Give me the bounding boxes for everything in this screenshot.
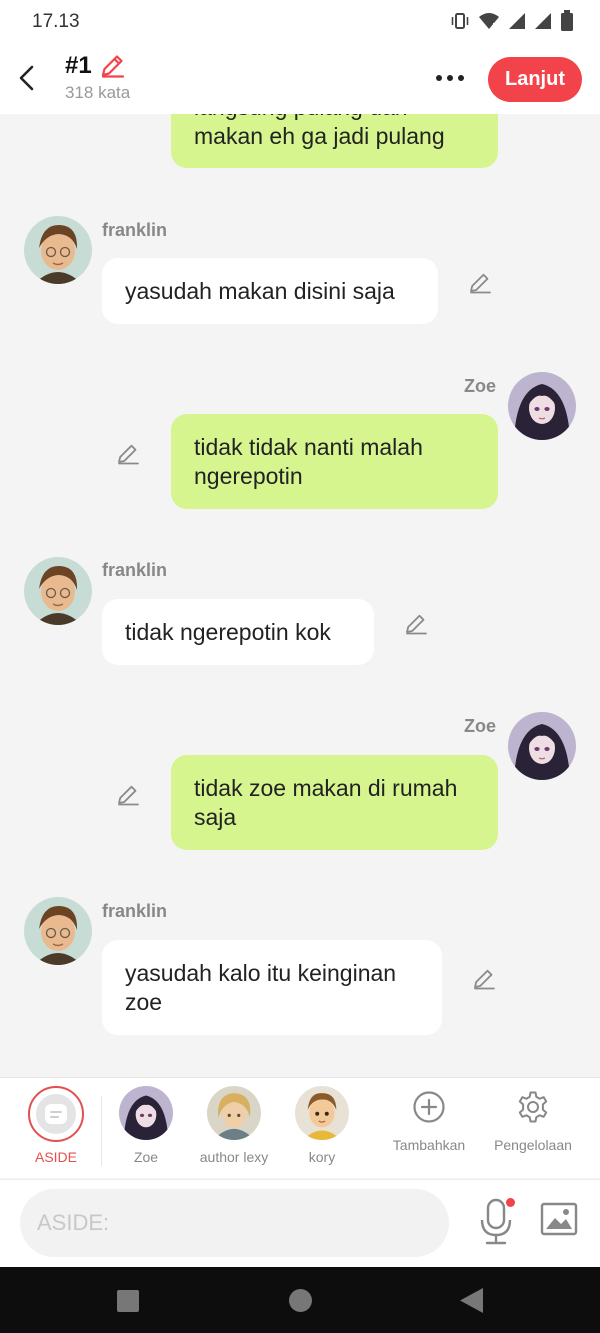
edit-message-icon[interactable] (403, 611, 429, 637)
message-bubble[interactable]: langsung pulang dan makan eh ga jadi pul… (171, 114, 498, 168)
signal-icon (534, 12, 552, 30)
message-text: tidak tidak nanti malah ngerepotin (194, 433, 423, 489)
vibrate-icon (450, 11, 470, 31)
battery-icon (560, 10, 574, 32)
manage-label: Pengelolaan (494, 1137, 572, 1153)
message-bubble[interactable]: tidak tidak nanti malah ngerepotin (171, 414, 498, 509)
sender-name: Zoe (464, 376, 497, 396)
back-nav-button[interactable] (459, 1287, 484, 1319)
sender-name: Zoe (464, 716, 497, 736)
avatar-franklin[interactable] (24, 557, 92, 625)
message-text: yasudah makan disini saja (125, 277, 395, 304)
message-text: tidak zoe makan di rumah saja (194, 774, 458, 830)
character-label: kory (308, 1149, 336, 1165)
wifi-icon (478, 11, 500, 31)
aside-avatar (28, 1086, 84, 1142)
pencil-icon (101, 55, 124, 78)
avatar-franklin[interactable] (24, 897, 92, 965)
voice-input-button[interactable] (475, 1196, 517, 1248)
message-bubble[interactable]: tidak ngerepotin kok (102, 599, 374, 665)
image-upload-button[interactable] (540, 1202, 582, 1240)
chat-header: #1 318 kata Lanjut (0, 44, 600, 114)
chat-title: #1 (65, 52, 92, 79)
circle-icon (289, 1289, 312, 1312)
recents-button[interactable] (116, 1289, 140, 1318)
image-icon (540, 1202, 578, 1236)
sender-name: franklin (102, 220, 168, 240)
message-list[interactable]: langsung pulang dan makan eh ga jadi pul… (0, 114, 600, 1076)
message-bubble[interactable]: yasudah makan disini saja (102, 258, 438, 324)
status-time: 17.13 (32, 11, 80, 32)
signal-icon (508, 12, 526, 30)
character-label: Zoe (133, 1149, 159, 1165)
back-button[interactable] (12, 60, 42, 96)
character-bar: ASIDE Zoe author lexy kory Tambahkan Pen… (0, 1077, 600, 1178)
sender-name: franklin (102, 560, 168, 580)
triangle-back-icon (460, 1288, 483, 1313)
add-character-button[interactable]: Tambahkan (389, 1090, 469, 1153)
message-text: yasudah kalo itu keinginan zoe (125, 959, 397, 1015)
title-block: #1 318 kata (65, 52, 130, 103)
input-bar (0, 1179, 600, 1267)
manage-characters-button[interactable]: Pengelolaan (489, 1090, 577, 1153)
sender-name: franklin (102, 901, 168, 921)
avatar-kory (295, 1086, 349, 1140)
add-circle-icon (413, 1091, 445, 1123)
more-dot-icon (458, 75, 464, 81)
word-count: 318 kata (65, 83, 131, 102)
avatar-franklin[interactable] (24, 216, 92, 284)
message-text: tidak ngerepotin kok (125, 618, 331, 645)
edit-message-icon[interactable] (471, 966, 497, 992)
message-input[interactable] (20, 1189, 449, 1257)
avatar-zoe[interactable] (508, 372, 576, 440)
avatar-zoe[interactable] (508, 712, 576, 780)
notification-dot (506, 1198, 515, 1207)
message-text: langsung pulang dan makan eh ga jadi pul… (194, 114, 445, 149)
edit-title-button[interactable] (98, 52, 126, 80)
edit-message-icon[interactable] (115, 441, 141, 467)
aside-note-icon (45, 1104, 67, 1124)
character-label: ASIDE (34, 1149, 77, 1165)
square-icon (117, 1290, 139, 1312)
character-author-lexy[interactable]: author lexy (189, 1086, 279, 1165)
message-bubble[interactable]: yasudah kalo itu keinginan zoe (102, 940, 442, 1035)
more-dot-icon (436, 75, 442, 81)
back-arrow-icon (19, 65, 34, 91)
character-label: author lexy (199, 1149, 269, 1165)
character-zoe[interactable]: Zoe (101, 1086, 191, 1165)
status-bar: 17.13 (0, 0, 600, 44)
more-options-button[interactable] (430, 66, 470, 90)
more-dot-icon (447, 75, 453, 81)
edit-message-icon[interactable] (467, 270, 493, 296)
system-navigation-bar (0, 1267, 600, 1333)
character-aside[interactable]: ASIDE (11, 1086, 101, 1165)
next-button[interactable]: Lanjut (488, 57, 582, 102)
add-label: Tambahkan (392, 1137, 466, 1153)
home-button[interactable] (288, 1288, 313, 1318)
avatar-author-lexy (207, 1086, 261, 1140)
edit-message-icon[interactable] (115, 782, 141, 808)
gear-icon (518, 1091, 548, 1123)
character-kory[interactable]: kory (277, 1086, 367, 1165)
status-icons (450, 10, 574, 32)
avatar-zoe (119, 1086, 173, 1140)
message-bubble[interactable]: tidak zoe makan di rumah saja (171, 755, 498, 850)
